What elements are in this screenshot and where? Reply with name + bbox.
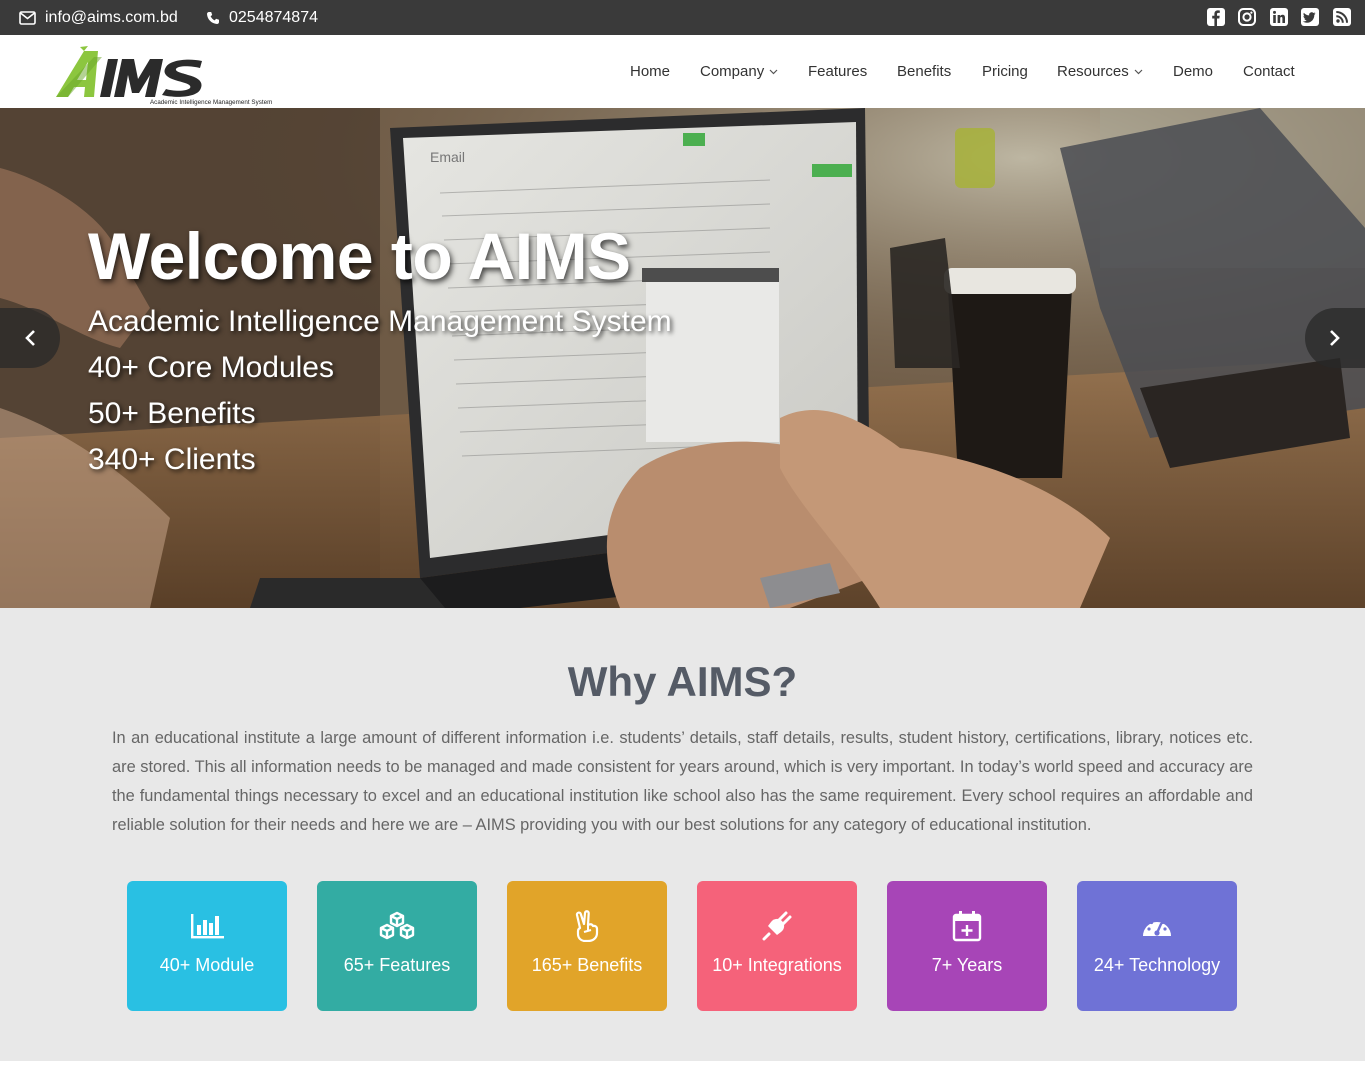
slider-next-button[interactable] [1305, 308, 1365, 368]
twitter-icon[interactable] [1301, 7, 1320, 26]
cubes-icon [379, 911, 415, 940]
hero-stat-modules: 40+ Core Modules [88, 351, 334, 384]
plug-icon [762, 911, 792, 941]
nav-pricing[interactable]: Pricing [982, 63, 1028, 80]
email-text: info@aims.com.bd [45, 8, 178, 26]
facebook-icon[interactable] [1206, 7, 1225, 26]
hero-stat-clients: 340+ Clients [88, 443, 256, 476]
calendar-plus-icon [952, 911, 982, 942]
logo-tagline: Academic Intelligence Management System [150, 99, 273, 106]
section-title: Why AIMS? [567, 658, 798, 705]
nav-demo[interactable]: Demo [1173, 63, 1213, 80]
screen-email-label: Email [430, 149, 465, 165]
phone-icon [207, 11, 219, 24]
hero-stat-benefits: 50+ Benefits [88, 397, 256, 430]
chevron-right-icon [1330, 330, 1340, 346]
stat-label: 65+ Features [343, 955, 451, 975]
dashboard-icon [1143, 918, 1171, 936]
stat-card-features[interactable]: 65+ Features [317, 881, 477, 1011]
nav-benefits[interactable]: Benefits [897, 63, 951, 80]
nav-resources[interactable]: Resources [1057, 63, 1143, 80]
linkedin-icon[interactable] [1269, 7, 1288, 26]
hero-title: Welcome to AIMS [88, 219, 631, 293]
rss-icon[interactable] [1332, 7, 1351, 26]
stat-label: 40+ Module [159, 955, 255, 975]
site-header: Academic Intelligence Management System … [0, 35, 1365, 108]
stat-label: 7+ Years [931, 955, 1003, 975]
stat-card-benefits[interactable]: 165+ Benefits [507, 881, 667, 1011]
instagram-icon[interactable] [1238, 7, 1257, 26]
chevron-down-icon [1134, 69, 1143, 74]
envelope-icon [19, 10, 36, 25]
phone-text: 0254874874 [229, 8, 318, 26]
aims-logo[interactable]: Academic Intelligence Management System [54, 45, 272, 106]
slider-prev-button[interactable] [0, 308, 60, 368]
stat-label: 24+ Technology [1093, 955, 1221, 975]
section-description: In an educational institute a large amou… [112, 729, 1253, 834]
stat-card-technology[interactable]: 24+ Technology [1077, 881, 1237, 1011]
email-link[interactable]: info@aims.com.bd [19, 0, 178, 35]
nav-contact[interactable]: Contact [1243, 63, 1295, 80]
chevron-left-icon [25, 330, 35, 346]
stat-card-module[interactable]: 40+ Module [127, 881, 287, 1011]
hero-subtitle: Academic Intelligence Management System [88, 305, 672, 338]
stat-label: 10+ Integrations [712, 955, 842, 975]
hero-slider: Email Welcome to AIMS Academic Intellige… [0, 108, 1365, 608]
bar-chart-icon [191, 914, 224, 939]
page-bottom-edge [0, 1061, 1365, 1065]
hand-peace-icon [575, 910, 599, 942]
stat-card-years[interactable]: 7+ Years [887, 881, 1047, 1011]
nav-home[interactable]: Home [630, 63, 670, 80]
stat-label: 165+ Benefits [531, 955, 643, 975]
nav-features[interactable]: Features [808, 63, 867, 80]
social-links [1194, 7, 1352, 26]
nav-company[interactable]: Company [700, 63, 778, 80]
stat-card-integrations[interactable]: 10+ Integrations [697, 881, 857, 1011]
top-bar: info@aims.com.bd 0254874874 [0, 0, 1365, 35]
chevron-down-icon [769, 69, 778, 74]
phone-link[interactable]: 0254874874 [206, 0, 318, 35]
why-aims-section: Why AIMS? In an educational institute a … [0, 608, 1365, 1061]
